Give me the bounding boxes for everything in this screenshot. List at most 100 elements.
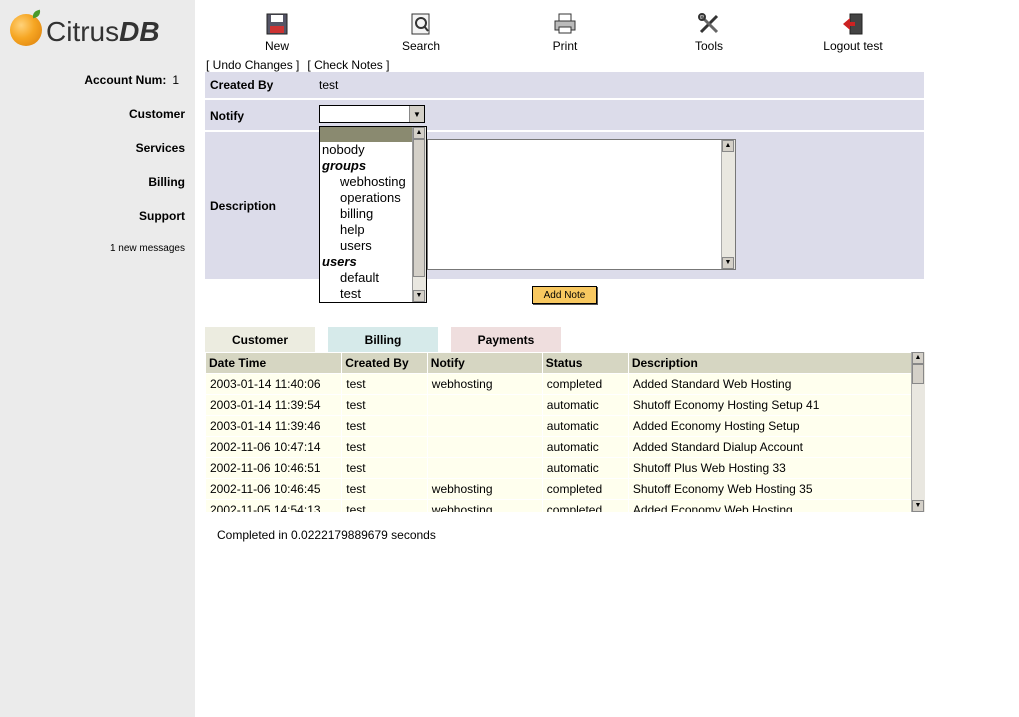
table-cell: 2003-01-14 11:39:54 xyxy=(205,394,343,416)
table-cell: webhosting xyxy=(426,499,543,512)
column-header: Description xyxy=(627,352,913,374)
dropdown-option[interactable]: default xyxy=(320,270,426,286)
notes-grid: Date Time Created By Notify Status Descripti… xyxy=(205,352,925,512)
table-cell: 2002-11-06 10:46:51 xyxy=(205,457,343,479)
magnifier-document-icon xyxy=(411,13,430,35)
created-by-value: test xyxy=(319,78,339,92)
orange-icon xyxy=(10,14,42,46)
table-cell: completed xyxy=(541,373,629,395)
table-row[interactable]: 2002-11-06 10:46:45 test webhosting complet… xyxy=(205,478,913,500)
notify-row: Notify xyxy=(205,98,924,131)
table-cell: Shutoff Economy Web Hosting 35 xyxy=(627,478,913,500)
table-cell: test xyxy=(341,499,428,512)
dropdown-option[interactable]: users xyxy=(320,238,426,254)
table-cell xyxy=(426,457,543,479)
table-cell: webhosting xyxy=(426,478,543,500)
table-cell: test xyxy=(341,415,428,437)
logo-text: CitrusDB xyxy=(46,16,160,47)
tab-customer[interactable]: Customer xyxy=(205,327,315,353)
table-cell xyxy=(426,436,543,458)
table-row[interactable]: 2003-01-14 11:39:54 test automatic Shutoff … xyxy=(205,394,913,416)
leaf-icon xyxy=(31,9,42,19)
dropdown-option[interactable]: help xyxy=(320,222,426,238)
new-button[interactable]: New xyxy=(256,12,298,53)
dropdown-option[interactable] xyxy=(320,127,426,142)
new-messages-link[interactable]: 1 new messages xyxy=(110,243,185,254)
table-cell: test xyxy=(341,394,428,416)
dropdown-option[interactable]: test xyxy=(320,286,426,302)
account-label: Account Num: xyxy=(84,73,167,87)
scroll-thumb[interactable] xyxy=(912,364,924,384)
sidebar-item-customer[interactable]: Customer xyxy=(129,107,185,121)
table-row[interactable]: 2002-11-05 14:54:13 test webhosting complet… xyxy=(205,499,913,512)
table-cell: 2002-11-06 10:46:45 xyxy=(205,478,343,500)
created-by-row: Created By test xyxy=(205,72,924,98)
undo-changes-link[interactable]: [ Undo Changes ] xyxy=(206,58,299,72)
table-cell: completed xyxy=(541,499,629,512)
table-cell: Added Standard Dialup Account xyxy=(627,436,913,458)
chevron-down-icon[interactable]: ▼ xyxy=(409,106,424,122)
table-cell: Added Economy Hosting Setup xyxy=(627,415,913,437)
table-cell: Added Standard Web Hosting xyxy=(627,373,913,395)
table-cell: automatic xyxy=(541,457,629,479)
sidebar-item-billing[interactable]: Billing xyxy=(148,175,185,189)
table-cell: 2002-11-05 14:54:13 xyxy=(205,499,343,512)
column-header: Notify xyxy=(426,352,543,374)
table-row[interactable]: 2002-11-06 10:47:14 test automatic Added St… xyxy=(205,436,913,458)
dropdown-group-label: groups xyxy=(322,158,367,173)
description-textarea[interactable]: ▲ ▼ xyxy=(427,139,736,270)
table-cell: automatic xyxy=(541,415,629,437)
table-cell: 2002-11-06 10:47:14 xyxy=(205,436,343,458)
tools-icon xyxy=(698,13,719,34)
table-cell: 2003-01-14 11:40:06 xyxy=(205,373,343,395)
table-cell: Shutoff Economy Hosting Setup 41 xyxy=(627,394,913,416)
scroll-thumb[interactable] xyxy=(413,139,425,277)
table-cell: test xyxy=(341,457,428,479)
dropdown-option[interactable]: billing xyxy=(320,206,426,222)
tools-button[interactable]: Tools xyxy=(688,12,730,53)
table-row[interactable]: 2002-11-06 10:46:51 test automatic Shutoff … xyxy=(205,457,913,479)
scroll-up-icon[interactable]: ▲ xyxy=(912,352,924,364)
notes-scrollbar[interactable]: ▲ ▼ xyxy=(911,352,925,512)
dropdown-option[interactable]: nobody xyxy=(320,142,426,158)
note-links: [ Undo Changes ] [ Check Notes ] xyxy=(206,58,397,72)
tab-billing[interactable]: Billing xyxy=(328,327,438,353)
table-cell: Shutoff Plus Web Hosting 33 xyxy=(627,457,913,479)
sidebar-item-services[interactable]: Services xyxy=(136,141,185,155)
dropdown-option[interactable]: operations xyxy=(320,190,426,206)
table-cell: test xyxy=(341,436,428,458)
scroll-up-icon[interactable]: ▲ xyxy=(413,127,425,139)
notify-dropdown-list[interactable]: nobody groups webhosting operations billing h… xyxy=(319,126,427,303)
table-row[interactable]: 2003-01-14 11:40:06 test webhosting complet… xyxy=(205,373,913,395)
search-button[interactable]: Search xyxy=(398,12,444,53)
table-cell xyxy=(426,415,543,437)
table-cell: test xyxy=(341,373,428,395)
table-row[interactable]: 2003-01-14 11:39:46 test automatic Added Ec… xyxy=(205,415,913,437)
scroll-down-icon[interactable]: ▼ xyxy=(413,290,425,302)
sidebar-item-support[interactable]: Support xyxy=(139,209,185,223)
tab-payments[interactable]: Payments xyxy=(451,327,561,353)
created-by-label: Created By xyxy=(210,78,274,92)
table-cell: 2003-01-14 11:39:46 xyxy=(205,415,343,437)
scroll-down-icon[interactable]: ▼ xyxy=(722,257,734,269)
print-button[interactable]: Print xyxy=(544,12,586,53)
description-scrollbar[interactable]: ▲ ▼ xyxy=(721,140,735,269)
search-label: Search xyxy=(401,39,441,53)
scroll-down-icon[interactable]: ▼ xyxy=(912,500,924,512)
account-num-value: 1 xyxy=(172,73,179,87)
dropdown-scrollbar[interactable]: ▲ ▼ xyxy=(412,127,426,302)
print-label: Print xyxy=(552,39,578,53)
table-cell: completed xyxy=(541,478,629,500)
dropdown-group-label: users xyxy=(322,254,357,269)
column-header: Created By xyxy=(341,352,428,374)
notify-select[interactable]: ▼ xyxy=(319,105,425,123)
exit-door-icon xyxy=(843,13,863,35)
scroll-up-icon[interactable]: ▲ xyxy=(722,140,734,152)
check-notes-link[interactable]: [ Check Notes ] xyxy=(307,58,389,72)
add-note-button[interactable]: Add Note xyxy=(532,286,597,304)
new-label: New xyxy=(264,39,289,53)
dropdown-option[interactable]: webhosting xyxy=(320,174,426,190)
description-label: Description xyxy=(210,198,277,213)
notes-table: Date Time Created By Notify Status Descripti… xyxy=(205,352,913,512)
logout-button[interactable]: Logout test xyxy=(818,12,888,53)
